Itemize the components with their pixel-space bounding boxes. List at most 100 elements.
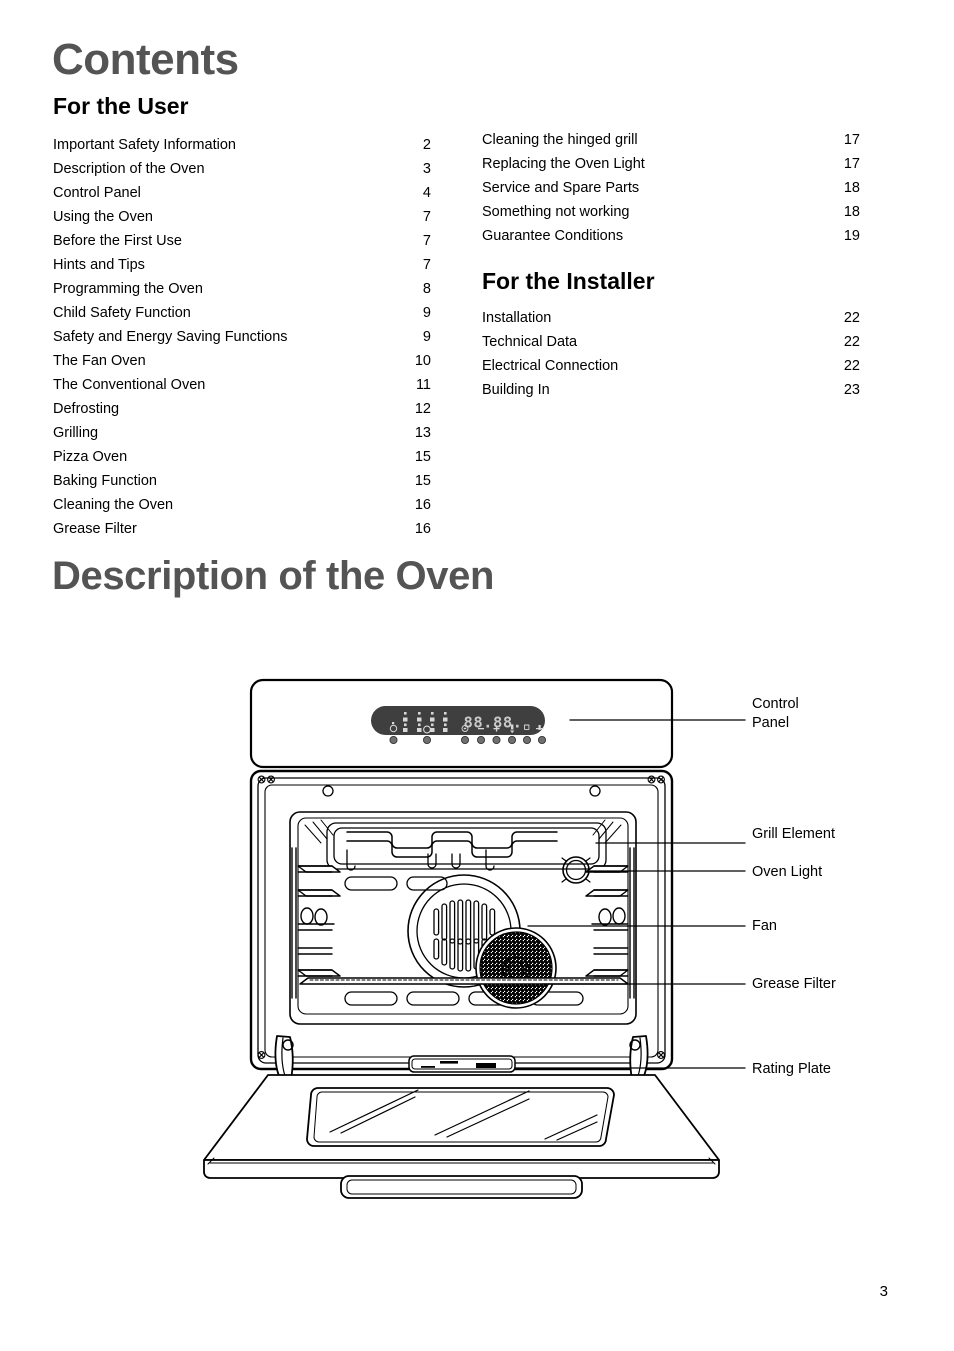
toc-entry-page: 16 — [414, 521, 431, 537]
toc-entry-page: 22 — [843, 358, 860, 374]
toc-entry[interactable]: Installation 22 — [482, 306, 860, 330]
toc-entry[interactable]: Baking Function 15 — [53, 469, 431, 493]
toc-entry-title: Guarantee Conditions — [482, 228, 624, 244]
toc-entry[interactable]: Guarantee Conditions 19 — [482, 224, 860, 248]
toc-entry-title: Hints and Tips — [53, 257, 145, 273]
oven-base-tray — [299, 977, 629, 985]
toc-entry-title: Child Safety Function — [53, 305, 191, 321]
toc-entry-page: 17 — [843, 156, 860, 172]
toc-entry-title: Electrical Connection — [482, 358, 619, 374]
section-heading-for-the-user: For the User — [53, 93, 189, 119]
toc-entry-page: 7 — [422, 209, 431, 225]
toc-entry-page: 3 — [422, 161, 431, 177]
toc-entry[interactable]: Cleaning the Oven 16 — [53, 493, 431, 517]
toc-entry-title: Service and Spare Parts — [482, 180, 640, 196]
toc-list-user-right: Cleaning the hinged grill 17 Replacing the… — [482, 128, 860, 248]
toc-entry-page: 8 — [422, 281, 431, 297]
toc-entry[interactable]: Electrical Connection 22 — [482, 354, 860, 378]
toc-entry[interactable]: Important Safety Information 2 — [53, 133, 431, 157]
toc-entry-title: Installation — [482, 310, 552, 326]
toc-entry[interactable]: Description of the Oven 3 — [53, 157, 431, 181]
toc-entry-title: Using the Oven — [53, 209, 153, 225]
toc-entry-page: 23 — [843, 382, 860, 398]
section-heading-for-the-installer: For the Installer — [482, 268, 655, 294]
toc-entry[interactable]: Hints and Tips 7 — [53, 253, 431, 277]
toc-entry-page: 13 — [414, 425, 431, 441]
control-panel-display: 88.88. — [464, 714, 523, 732]
toc-entry-page: 15 — [414, 473, 431, 489]
toc-entry[interactable]: The Fan Oven 10 — [53, 349, 431, 373]
oven-door — [203, 1074, 720, 1199]
toc-entry-title: Something not working — [482, 204, 630, 220]
toc-entry-title: Building In — [482, 382, 550, 398]
toc-entry[interactable]: Control Panel 4 — [53, 181, 431, 205]
toc-entry-page: 22 — [843, 334, 860, 350]
toc-entry-title: Control Panel — [53, 185, 141, 201]
toc-entry-page: 11 — [415, 377, 431, 393]
toc-entry[interactable]: The Conventional Oven 11 — [53, 373, 431, 397]
toc-list-user-left: Important Safety Information 2 Description… — [53, 133, 431, 541]
toc-entry-page: 16 — [414, 497, 431, 513]
toc-entry-page: 9 — [422, 329, 431, 345]
toc-list-installer: Installation 22 Technical Data 22 Electrical… — [482, 306, 860, 402]
toc-entry-title: Safety and Energy Saving Functions — [53, 329, 288, 345]
toc-entry-title: The Conventional Oven — [53, 377, 206, 393]
toc-entry-title: Cleaning the hinged grill — [482, 132, 638, 148]
toc-entry[interactable]: Grease Filter 16 — [53, 517, 431, 541]
toc-entry-page: 7 — [422, 233, 431, 249]
toc-entry[interactable]: Programming the Oven 8 — [53, 277, 431, 301]
toc-entry-page: 7 — [422, 257, 431, 273]
toc-entry[interactable]: Grilling 13 — [53, 421, 431, 445]
toc-entry-title: Cleaning the Oven — [53, 497, 174, 513]
section-title-description-of-the-oven: Description of the Oven — [52, 554, 494, 598]
toc-entry-page: 2 — [422, 137, 431, 153]
toc-entry-page: 18 — [843, 204, 860, 220]
toc-entry[interactable]: Defrosting 12 — [53, 397, 431, 421]
oven-door-handle — [340, 1175, 583, 1199]
callout-label-grill-element: Grill Element — [752, 826, 835, 842]
toc-entry[interactable]: Safety and Energy Saving Functions 9 — [53, 325, 431, 349]
toc-entry-title: Grease Filter — [53, 521, 137, 537]
toc-entry[interactable]: Building In 23 — [482, 378, 860, 402]
toc-entry-title: Programming the Oven — [53, 281, 203, 297]
toc-entry[interactable]: Child Safety Function 9 — [53, 301, 431, 325]
toc-entry[interactable]: Something not working 18 — [482, 200, 860, 224]
toc-entry-title: Description of the Oven — [53, 161, 205, 177]
toc-entry-title: Baking Function — [53, 473, 157, 489]
toc-entry[interactable]: Technical Data 22 — [482, 330, 860, 354]
toc-entry-page: 10 — [414, 353, 431, 369]
toc-entry-page: 19 — [843, 228, 860, 244]
grease-filter — [475, 927, 557, 1009]
toc-entry-page: 17 — [843, 132, 860, 148]
callout-label-control-panel: Control Panel — [752, 696, 799, 731]
oven-diagram: 88.88. — [0, 640, 954, 1240]
callout-label-oven-light: Oven Light — [752, 864, 823, 880]
rating-plate — [408, 1055, 516, 1073]
toc-entry-title: The Fan Oven — [53, 353, 146, 369]
toc-entry-title: Grilling — [53, 425, 99, 441]
toc-entry-page: 9 — [422, 305, 431, 321]
callout-label-rating-plate: Rating Plate — [752, 1061, 831, 1077]
toc-entry-page: 18 — [843, 180, 860, 196]
page-number: 3 — [879, 1283, 888, 1300]
toc-entry[interactable]: Before the First Use 7 — [53, 229, 431, 253]
callout-label-fan: Fan — [752, 918, 777, 934]
toc-entry-title: Important Safety Information — [53, 137, 236, 153]
toc-entry-page: 22 — [843, 310, 860, 326]
toc-entry-title: Before the First Use — [53, 233, 182, 249]
toc-entry-title: Replacing the Oven Light — [482, 156, 645, 172]
toc-entry-page: 4 — [422, 185, 431, 201]
toc-entry-title: Pizza Oven — [53, 449, 128, 465]
callout-label-grease-filter: Grease Filter — [752, 976, 836, 992]
page-title: Contents — [52, 35, 239, 84]
toc-entry-page: 12 — [414, 401, 431, 417]
toc-entry[interactable]: Pizza Oven 15 — [53, 445, 431, 469]
toc-entry[interactable]: Using the Oven 7 — [53, 205, 431, 229]
toc-entry-page: 15 — [414, 449, 431, 465]
toc-entry[interactable]: Service and Spare Parts 18 — [482, 176, 860, 200]
toc-entry-title: Technical Data — [482, 334, 578, 350]
toc-entry-title: Defrosting — [53, 401, 120, 417]
toc-entry[interactable]: Cleaning the hinged grill 17 — [482, 128, 860, 152]
door-glass-panel — [306, 1087, 615, 1147]
toc-entry[interactable]: Replacing the Oven Light 17 — [482, 152, 860, 176]
